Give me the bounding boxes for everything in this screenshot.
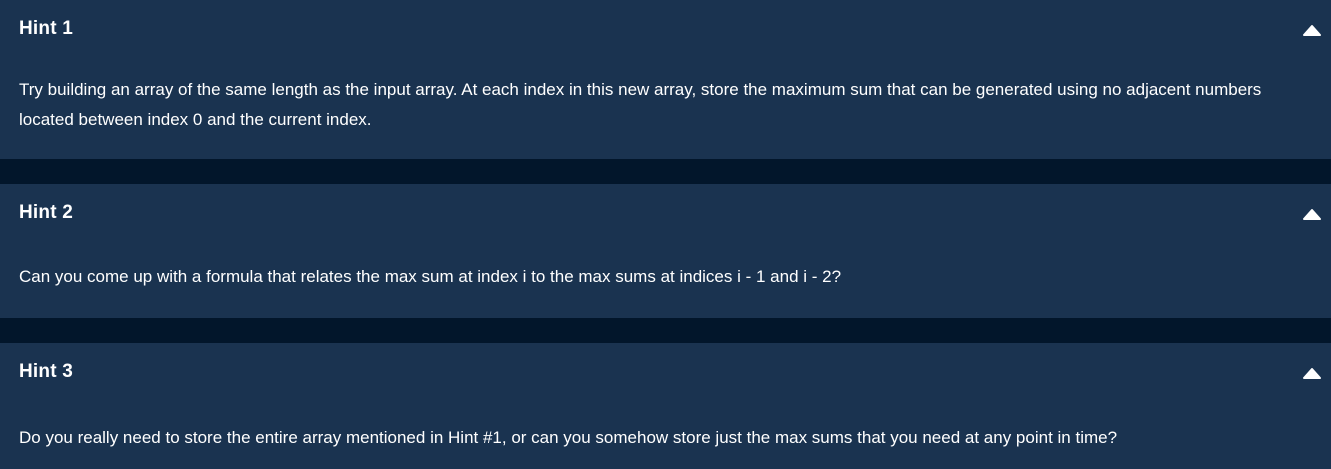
hint-card-2: Hint 2 Can you come up with a formula th… bbox=[0, 184, 1331, 318]
hint-body: Can you come up with a formula that rela… bbox=[19, 267, 842, 286]
hint-title: Hint 3 bbox=[19, 361, 73, 382]
hint-body: Try building an array of the same length… bbox=[19, 80, 1262, 129]
hint-title: Hint 1 bbox=[19, 18, 73, 39]
hint-card-3: Hint 3 Do you really need to store the e… bbox=[0, 343, 1331, 469]
hint-card-1: Hint 1 Try building an array of the same… bbox=[0, 0, 1331, 159]
hints-panel: Hint 1 Try building an array of the same… bbox=[0, 0, 1331, 469]
hint-header-3[interactable]: Hint 3 bbox=[0, 343, 1331, 401]
caret-up-icon[interactable] bbox=[1302, 207, 1322, 221]
hint-title: Hint 2 bbox=[19, 202, 73, 223]
hint-body: Do you really need to store the entire a… bbox=[19, 428, 1118, 447]
caret-up-icon[interactable] bbox=[1302, 23, 1322, 37]
hint-header-2[interactable]: Hint 2 bbox=[0, 184, 1331, 242]
hint-header-1[interactable]: Hint 1 bbox=[0, 0, 1331, 58]
caret-up-icon[interactable] bbox=[1302, 366, 1322, 380]
